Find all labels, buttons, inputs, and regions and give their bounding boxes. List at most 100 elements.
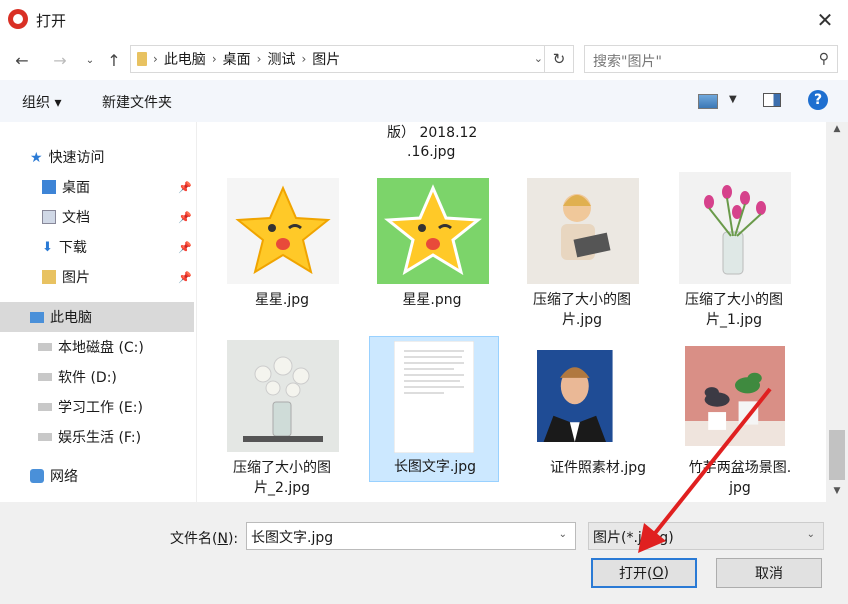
sidebar-item-documents[interactable]: 文档 📌 [42, 203, 194, 231]
pin-icon[interactable]: 📌 [178, 181, 192, 194]
sidebar-item-downloads[interactable]: ⬇ 下载 📌 [42, 233, 194, 261]
sidebar-item-label: 下载 [58, 240, 87, 256]
button-text: ) [663, 565, 669, 581]
sidebar-item-label: 本地磁盘 (C:) [58, 340, 144, 356]
roses-photo-thumbnail [227, 340, 339, 452]
girl-photo-thumbnail [527, 178, 639, 284]
drive-icon [38, 403, 52, 411]
file-name-line-1: 压缩了大小的图 [685, 292, 783, 308]
drive-icon [38, 343, 52, 351]
chevron-down-icon[interactable]: ▼ [729, 94, 737, 105]
document-thumbnail [394, 341, 474, 453]
file-name-line-2: 片_1.jpg [705, 312, 763, 328]
breadcrumb-test[interactable]: 测试 [267, 49, 295, 69]
drive-icon [38, 373, 52, 381]
search-input[interactable]: 搜索"图片" ⚲ [584, 45, 838, 73]
sidebar-item-label: 图片 [62, 270, 90, 286]
forward-arrow-icon[interactable]: → [50, 50, 70, 70]
back-arrow-icon[interactable]: ← [12, 50, 32, 70]
folder-icon [137, 52, 147, 66]
app-icon [8, 9, 28, 29]
file-tile[interactable]: 星星.png [357, 178, 489, 324]
sidebar-item-desktop[interactable]: 桌面 📌 [42, 173, 194, 201]
refresh-icon[interactable]: ↻ [544, 46, 573, 72]
file-name-line-2: 片.jpg [561, 312, 603, 328]
file-tile[interactable]: 星星.jpg [207, 178, 339, 324]
tulips-photo-thumbnail [679, 172, 791, 284]
new-folder-button[interactable]: 新建文件夹 [102, 92, 172, 112]
sidebar-item-label: 软件 (D:) [58, 370, 117, 386]
sidebar-item-drive-d[interactable]: 软件 (D:) [38, 363, 194, 391]
star-thumbnail [227, 178, 339, 284]
help-icon[interactable]: ? [808, 90, 828, 110]
address-bar[interactable]: › 此电脑 › 桌面 › 测试 › 图片 ⌄ ↻ [130, 45, 574, 73]
chevron-right-icon[interactable]: › [257, 52, 262, 66]
chevron-right-icon[interactable]: › [153, 52, 158, 66]
pin-icon[interactable]: 📌 [178, 211, 192, 224]
sidebar-item-drive-e[interactable]: 学习工作 (E:) [38, 393, 194, 421]
view-mode-icon[interactable] [698, 94, 718, 109]
breadcrumb-desktop[interactable]: 桌面 [223, 49, 251, 69]
filename-input[interactable]: 长图文字.jpg ⌄ [246, 522, 576, 550]
cancel-button[interactable]: 取消 [716, 558, 822, 588]
sidebar-item-label: 娱乐生活 (F:) [58, 430, 142, 446]
pictures-icon [42, 270, 56, 284]
open-button[interactable]: 打开(O) [591, 558, 697, 588]
scrollbar-thumb[interactable] [829, 430, 845, 480]
scroll-down-icon[interactable]: ▼ [826, 486, 848, 500]
file-caption[interactable]: .16.jpg [407, 144, 455, 160]
sidebar-item-pictures[interactable]: 图片 📌 [42, 263, 194, 291]
window-title: 打开 [36, 12, 67, 30]
documents-icon [42, 210, 56, 224]
chevron-down-icon[interactable]: ⌄ [559, 529, 567, 540]
label-text: 文件名( [170, 531, 218, 547]
sidebar-item-quick-access[interactable]: ★ 快速访问 [30, 143, 190, 171]
sidebar-item-drive-c[interactable]: 本地磁盘 (C:) [38, 333, 194, 361]
search-icon[interactable]: ⚲ [819, 51, 829, 67]
access-key: N [217, 531, 228, 547]
sidebar-item-network[interactable]: 网络 [30, 462, 194, 490]
file-name: 长图文字.jpg [393, 459, 477, 475]
star-icon: ★ [30, 150, 43, 166]
sidebar-item-label: 文档 [62, 210, 90, 226]
file-tile[interactable]: 压缩了大小的图 片_2.jpg [207, 340, 339, 496]
annotation-arrow [638, 387, 772, 553]
file-name: 星星.jpg [254, 292, 310, 308]
preview-pane-icon[interactable] [763, 93, 781, 107]
search-placeholder: 搜索"图片" [593, 54, 662, 70]
file-name: 星星.png [402, 292, 462, 308]
pin-icon[interactable]: 📌 [178, 241, 192, 254]
pin-icon[interactable]: 📌 [178, 271, 192, 284]
file-tile[interactable]: 压缩了大小的图 片.jpg [507, 178, 639, 328]
organize-button[interactable]: 组织 ▾ [22, 92, 61, 112]
access-key: O [652, 565, 664, 581]
sidebar-item-label: 网络 [50, 469, 78, 485]
sidebar-item-this-pc[interactable]: 此电脑 [0, 302, 194, 332]
computer-icon [30, 311, 44, 323]
breadcrumb-this-pc[interactable]: 此电脑 [164, 49, 206, 69]
sidebar-item-label: 学习工作 (E:) [58, 400, 143, 416]
chevron-down-icon[interactable]: ⌄ [534, 52, 543, 65]
chevron-right-icon[interactable]: › [212, 52, 217, 66]
file-name-line-1: 压缩了大小的图 [533, 292, 631, 308]
file-tile[interactable]: 压缩了大小的图 片_1.jpg [659, 172, 791, 328]
file-name-line-1: 压缩了大小的图 [233, 460, 331, 476]
close-button[interactable]: ✕ [806, 4, 844, 36]
scroll-up-icon[interactable]: ▲ [826, 124, 848, 138]
chevron-down-icon[interactable]: ⌄ [807, 529, 815, 540]
sidebar-item-drive-f[interactable]: 娱乐生活 (F:) [38, 423, 194, 451]
filename-value: 长图文字.jpg [251, 530, 334, 546]
download-icon: ⬇ [42, 240, 53, 255]
recent-locations-icon[interactable]: ⌄ [80, 50, 100, 70]
file-name-line-2: 片_2.jpg [253, 480, 311, 496]
sidebar-item-label: 此电脑 [50, 310, 92, 326]
up-arrow-icon[interactable]: ↑ [104, 50, 124, 70]
sidebar-item-label: 桌面 [62, 180, 90, 196]
label-text: ): [227, 531, 239, 547]
breadcrumb-pictures[interactable]: 图片 [312, 49, 340, 69]
file-caption[interactable]: 版） 2018.12 [387, 122, 477, 142]
chevron-right-icon[interactable]: › [301, 52, 306, 66]
button-text: 打开( [619, 566, 653, 582]
file-tile-selected[interactable]: 长图文字.jpg [369, 336, 499, 482]
star-thumbnail [377, 178, 489, 284]
